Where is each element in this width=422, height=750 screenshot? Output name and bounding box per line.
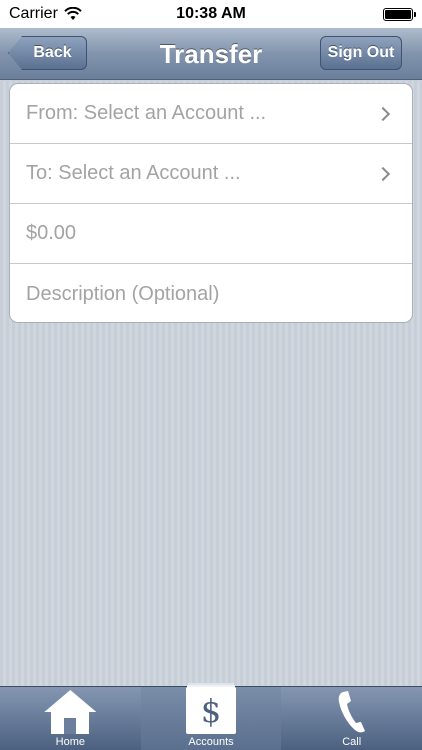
from-account-label: From: Select an Account ... [26, 102, 267, 124]
chevron-right-icon [375, 106, 391, 121]
tab-call[interactable]: Call [281, 687, 422, 750]
from-account-selector[interactable]: From: Select an Account ... [10, 84, 412, 144]
description-field[interactable]: Description (Optional) [10, 264, 412, 322]
tab-home-label: Home [55, 736, 85, 748]
status-bar: Carrier 10:38 AM [0, 0, 422, 28]
tab-bar: Home $ Accounts Call [0, 686, 422, 750]
tab-home[interactable]: Home [0, 687, 141, 750]
carrier-label: Carrier [9, 5, 58, 22]
amount-placeholder: $0.00 [26, 222, 77, 244]
tab-accounts[interactable]: $ Accounts [140, 687, 282, 750]
to-account-selector[interactable]: To: Select an Account ... [10, 144, 412, 204]
transfer-form: From: Select an Account ... To: Select a… [9, 83, 413, 323]
sign-out-button[interactable]: Sign Out [320, 36, 402, 70]
amount-field[interactable]: $0.00 [10, 204, 412, 264]
wifi-icon [64, 7, 82, 20]
description-placeholder: Description (Optional) [26, 282, 220, 305]
battery-icon [383, 7, 416, 21]
phone-icon [332, 688, 372, 734]
dollar-icon: $ [186, 687, 236, 734]
tab-accounts-label: Accounts [188, 736, 234, 748]
to-account-label: To: Select an Account ... [26, 162, 241, 184]
chevron-right-icon [375, 166, 391, 181]
status-left: Carrier [9, 5, 82, 23]
house-icon [44, 688, 97, 734]
tab-call-label: Call [342, 736, 362, 748]
nav-bar: Back Transfer Sign Out [0, 28, 422, 80]
